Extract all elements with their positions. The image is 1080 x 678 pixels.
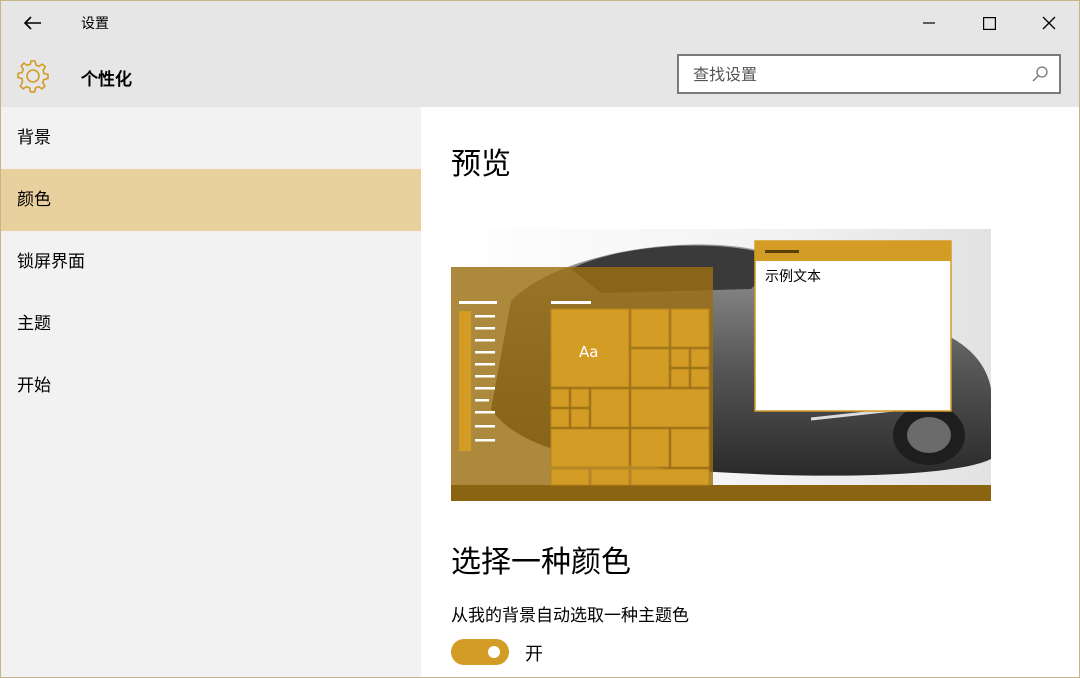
minimize-icon (923, 17, 935, 29)
maximize-button[interactable] (959, 1, 1019, 45)
preview-panel: Aa 示例文本 (451, 229, 991, 501)
close-icon (1042, 16, 1056, 30)
gear-icon (15, 58, 51, 94)
page-title: 个性化 (81, 65, 132, 90)
auto-accent-toggle[interactable] (451, 639, 509, 665)
preview-heading: 预览 (451, 139, 511, 183)
page-header: 个性化 (1, 45, 1079, 107)
preview-image: Aa 示例文本 (451, 229, 991, 501)
tile-text: Aa (579, 343, 598, 361)
sidebar: 背景 颜色 锁屏界面 主题 开始 (1, 107, 421, 678)
sidebar-item-start[interactable]: 开始 (1, 355, 421, 417)
sidebar-item-colors[interactable]: 颜色 (1, 169, 421, 231)
settings-window: 设置 个性化 背景 颜色 锁屏界面 主题 (0, 0, 1080, 678)
sidebar-item-themes[interactable]: 主题 (1, 293, 421, 355)
auto-accent-label: 从我的背景自动选取一种主题色 (451, 601, 689, 626)
main-content: 预览 (421, 107, 1079, 678)
sidebar-item-background[interactable]: 背景 (1, 107, 421, 169)
minimize-button[interactable] (899, 1, 959, 45)
toggle-state-label: 开 (525, 640, 543, 666)
title-bar: 设置 (1, 1, 1079, 45)
sample-text: 示例文本 (765, 269, 821, 285)
search-icon[interactable] (1031, 65, 1049, 83)
search-input[interactable] (679, 56, 1019, 92)
search-box[interactable] (677, 54, 1061, 94)
sidebar-item-lock-screen[interactable]: 锁屏界面 (1, 231, 421, 293)
sample-window-preview: 示例文本 (755, 241, 951, 411)
toggle-knob (488, 646, 500, 658)
choose-color-heading: 选择一种颜色 (451, 537, 631, 581)
back-button[interactable] (15, 9, 51, 37)
close-button[interactable] (1019, 1, 1079, 45)
back-arrow-icon (24, 16, 42, 30)
app-title: 设置 (81, 13, 109, 33)
maximize-icon (983, 17, 996, 30)
